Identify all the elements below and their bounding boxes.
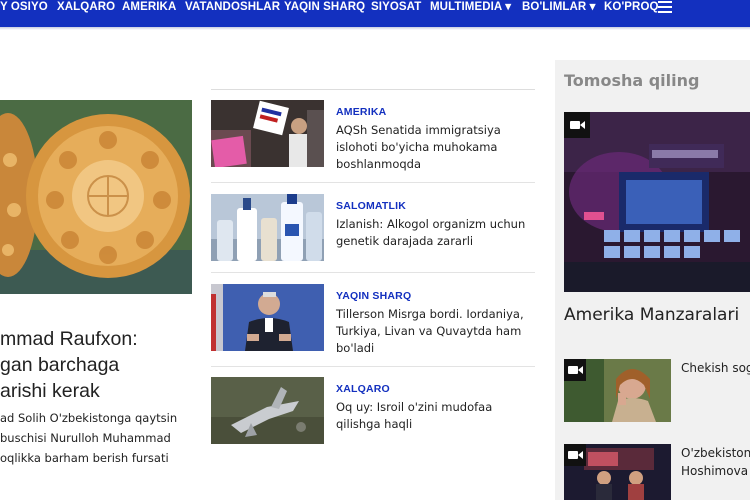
video-camera-icon	[564, 444, 586, 466]
video-camera-icon	[564, 359, 586, 381]
article-category[interactable]: SALOMATLIK	[336, 200, 406, 212]
tillerson-podium-photo	[211, 284, 324, 351]
hero-summary: ad Solih O'zbekistonga qaytsin buschisi …	[0, 408, 200, 468]
video-title-line: O'zbekiston-	[681, 446, 750, 460]
video-title-line: Hoshimova	[681, 464, 749, 478]
video-title[interactable]: O'zbekiston- Hoshimova	[681, 444, 750, 480]
nav-item-xalqaro[interactable]: XALQARO	[57, 0, 115, 27]
nav-item-bolimlar[interactable]: BO'LIMLAR ▾	[522, 0, 596, 27]
video-title-line: Chekish sog'	[681, 361, 750, 375]
protest-support-daca-photo	[211, 100, 324, 167]
sidebar-heading: Tomosha qiling	[564, 71, 700, 90]
nav-shadow	[0, 27, 750, 31]
hamburger-menu-icon[interactable]	[658, 1, 672, 13]
featured-video-thumbnail[interactable]	[564, 112, 750, 292]
bread-loaves-illustration	[0, 100, 192, 294]
article-item[interactable]: YAQIN SHARQ Tillerson Misrga bordi. Iord…	[211, 284, 535, 367]
article-headline[interactable]: Tillerson Misrga bordi. Iordaniya, Turki…	[336, 306, 535, 357]
article-category[interactable]: XALQARO	[336, 383, 390, 395]
article-category[interactable]: AMERIKA	[336, 106, 386, 118]
nav-item-multimedia[interactable]: MULTIMEDIA ▾	[430, 0, 511, 27]
article-category[interactable]: YAQIN SHARQ	[336, 290, 411, 302]
divider	[211, 272, 535, 273]
hero-headline-line: mmad Raufxon:	[0, 328, 138, 350]
article-thumbnail[interactable]	[211, 377, 324, 444]
nav-item-siyosat[interactable]: SIYOSAT	[371, 0, 421, 27]
hero-headline-line: arishi kerak	[0, 380, 100, 402]
video-thumbnail[interactable]	[564, 359, 671, 422]
nav-item-amerika[interactable]: AMERIKA	[122, 0, 176, 27]
aircraft-wreckage-photo	[211, 377, 324, 444]
nav-item-yaqin-sharq[interactable]: YAQIN SHARQ	[284, 0, 365, 27]
article-item[interactable]: AMERIKA AQSh Senatida immigratsiya isloh…	[211, 100, 535, 183]
article-item[interactable]: XALQARO Oq uy: Isroil o'zini mudofaa qil…	[211, 377, 535, 457]
tv-studio-photo	[564, 112, 750, 292]
nav-item-osiyo[interactable]: Y OSIYO	[0, 0, 48, 27]
divider	[211, 89, 535, 90]
article-thumbnail[interactable]	[211, 194, 324, 261]
article-headline[interactable]: Oq uy: Isroil o'zini mudofaa qilishga ha…	[336, 399, 535, 433]
hero-headline[interactable]: mmad Raufxon: gan barchaga arishi kerak	[0, 326, 200, 404]
hero-image-bread[interactable]	[0, 100, 192, 294]
video-camera-icon	[564, 112, 590, 138]
article-thumbnail[interactable]	[211, 100, 324, 167]
alcohol-bottles-photo	[211, 194, 324, 261]
hero-headline-line: gan barchaga	[0, 354, 120, 376]
nav-item-koproq[interactable]: KO'PROQ	[604, 0, 659, 27]
divider	[211, 182, 535, 183]
article-thumbnail[interactable]	[211, 284, 324, 351]
article-headline[interactable]: Izlanish: Alkogol organizm uchun genetik…	[336, 216, 535, 250]
divider	[211, 366, 535, 367]
video-title[interactable]: Chekish sog'	[681, 359, 750, 377]
article-headline[interactable]: AQSh Senatida immigratsiya islohoti bo'y…	[336, 122, 535, 173]
top-navigation: Y OSIYO XALQARO AMERIKA VATANDOSHLAR YAQ…	[0, 0, 750, 27]
hero-summary-line: buschisi Nurulloh Muhammad	[0, 431, 171, 445]
featured-video-title[interactable]: Amerika Manzaralari	[564, 305, 739, 325]
video-thumbnail[interactable]	[564, 444, 671, 500]
hero-summary-line: ad Solih O'zbekistonga qaytsin	[0, 411, 178, 425]
article-item[interactable]: SALOMATLIK Izlanish: Alkogol organizm uc…	[211, 194, 535, 274]
hero-summary-line: oqlikka barham berish fursati	[0, 451, 169, 465]
nav-item-vatandoshlar[interactable]: VATANDOSHLAR	[185, 0, 280, 27]
